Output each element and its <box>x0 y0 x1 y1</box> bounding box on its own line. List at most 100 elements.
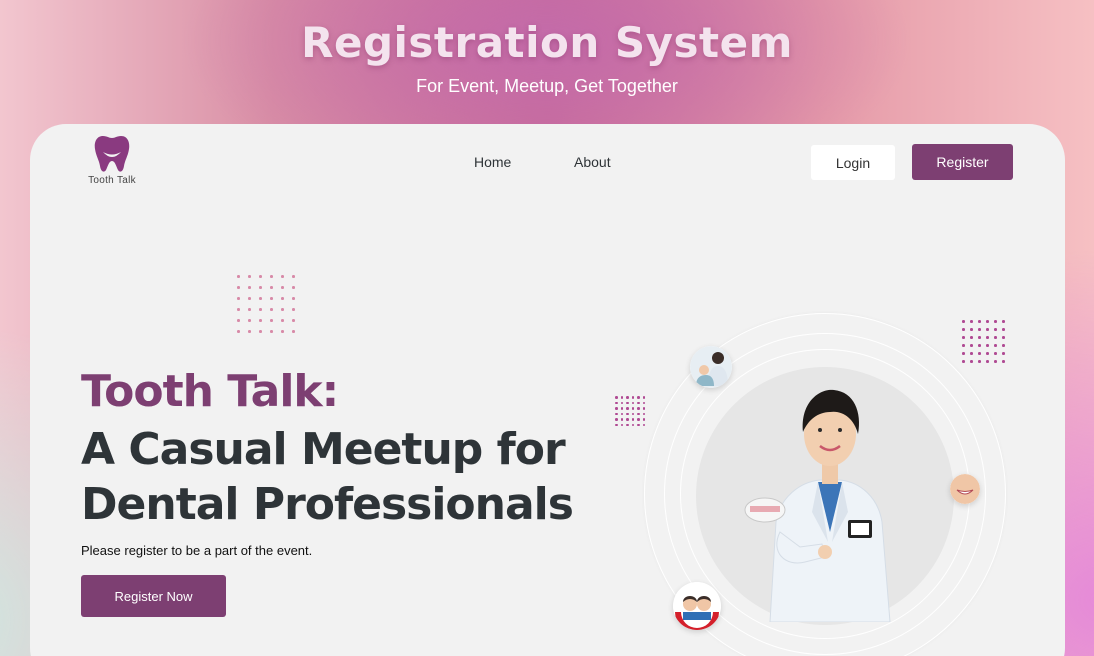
dot <box>978 320 981 323</box>
dot <box>970 328 973 331</box>
dot <box>970 352 973 355</box>
dot <box>970 360 973 363</box>
dot <box>237 297 240 300</box>
dot <box>970 344 973 347</box>
dot <box>270 286 273 289</box>
dot <box>248 275 251 278</box>
dot <box>631 423 634 426</box>
hero-title-brand: Tooth Talk: <box>81 366 339 417</box>
nav-home-link[interactable]: Home <box>474 154 511 170</box>
dot <box>986 352 989 355</box>
dot <box>292 308 295 311</box>
dot <box>637 401 640 404</box>
dot <box>986 336 989 339</box>
dot <box>1002 328 1005 331</box>
dot <box>978 360 981 363</box>
nav-about-link[interactable]: About <box>574 154 611 170</box>
dot <box>994 328 997 331</box>
dot <box>237 286 240 289</box>
dot <box>631 401 634 404</box>
dot <box>962 328 965 331</box>
login-button[interactable]: Login <box>811 145 895 180</box>
dot <box>259 319 262 322</box>
dot <box>615 418 618 421</box>
landing-card: Tooth Talk Home About Login Register Too… <box>30 124 1065 656</box>
dot <box>259 286 262 289</box>
register-button[interactable]: Register <box>912 144 1013 180</box>
dot <box>615 407 618 410</box>
dot <box>962 320 965 323</box>
dot <box>986 344 989 347</box>
tooth-logo-icon <box>94 136 130 172</box>
dot <box>270 275 273 278</box>
dot <box>637 396 640 399</box>
dot <box>620 396 623 399</box>
dot <box>1002 320 1005 323</box>
dot-pattern-pink <box>237 275 303 341</box>
banner-subtitle: For Event, Meetup, Get Together <box>416 76 678 96</box>
dot <box>292 330 295 333</box>
dot <box>626 412 629 415</box>
dot <box>642 407 645 410</box>
dot <box>248 286 251 289</box>
dot <box>615 423 618 426</box>
dot <box>270 308 273 311</box>
dot <box>270 330 273 333</box>
dot <box>986 320 989 323</box>
dot <box>631 407 634 410</box>
dot <box>270 319 273 322</box>
dot <box>237 330 240 333</box>
dot <box>631 418 634 421</box>
dot <box>248 330 251 333</box>
dot <box>962 352 965 355</box>
dot <box>626 407 629 410</box>
register-now-button[interactable]: Register Now <box>81 575 226 617</box>
dot <box>978 328 981 331</box>
dot <box>237 319 240 322</box>
dot <box>281 286 284 289</box>
dot <box>292 319 295 322</box>
dot <box>994 344 997 347</box>
dot <box>994 336 997 339</box>
dot <box>259 275 262 278</box>
dot <box>626 401 629 404</box>
dot <box>615 401 618 404</box>
dot <box>970 336 973 339</box>
dot <box>620 401 623 404</box>
dot <box>259 297 262 300</box>
dot <box>237 308 240 311</box>
dot <box>637 423 640 426</box>
dot <box>626 418 629 421</box>
dot <box>962 336 965 339</box>
dot <box>637 407 640 410</box>
dot <box>631 396 634 399</box>
logo[interactable]: Tooth Talk <box>82 134 142 186</box>
banner-title: Registration System <box>301 18 793 67</box>
dot <box>642 396 645 399</box>
dot <box>292 275 295 278</box>
dot <box>642 423 645 426</box>
dot <box>620 423 623 426</box>
dot <box>637 418 640 421</box>
dot <box>620 412 623 415</box>
dot <box>292 286 295 289</box>
dot <box>1002 336 1005 339</box>
kids-photo <box>673 582 721 630</box>
hero-title-main: A Casual Meetup for Dental Professionals <box>81 424 574 530</box>
dot <box>978 344 981 347</box>
dentist-photo <box>744 389 891 622</box>
dot <box>281 330 284 333</box>
dot <box>642 418 645 421</box>
dot <box>615 396 618 399</box>
dot <box>292 297 295 300</box>
dot <box>248 297 251 300</box>
logo-text: Tooth Talk <box>88 175 136 186</box>
dot <box>994 360 997 363</box>
dot <box>626 396 629 399</box>
dot <box>962 344 965 347</box>
dot <box>248 308 251 311</box>
dot <box>1002 352 1005 355</box>
dot <box>620 407 623 410</box>
dot <box>237 275 240 278</box>
dot <box>978 336 981 339</box>
